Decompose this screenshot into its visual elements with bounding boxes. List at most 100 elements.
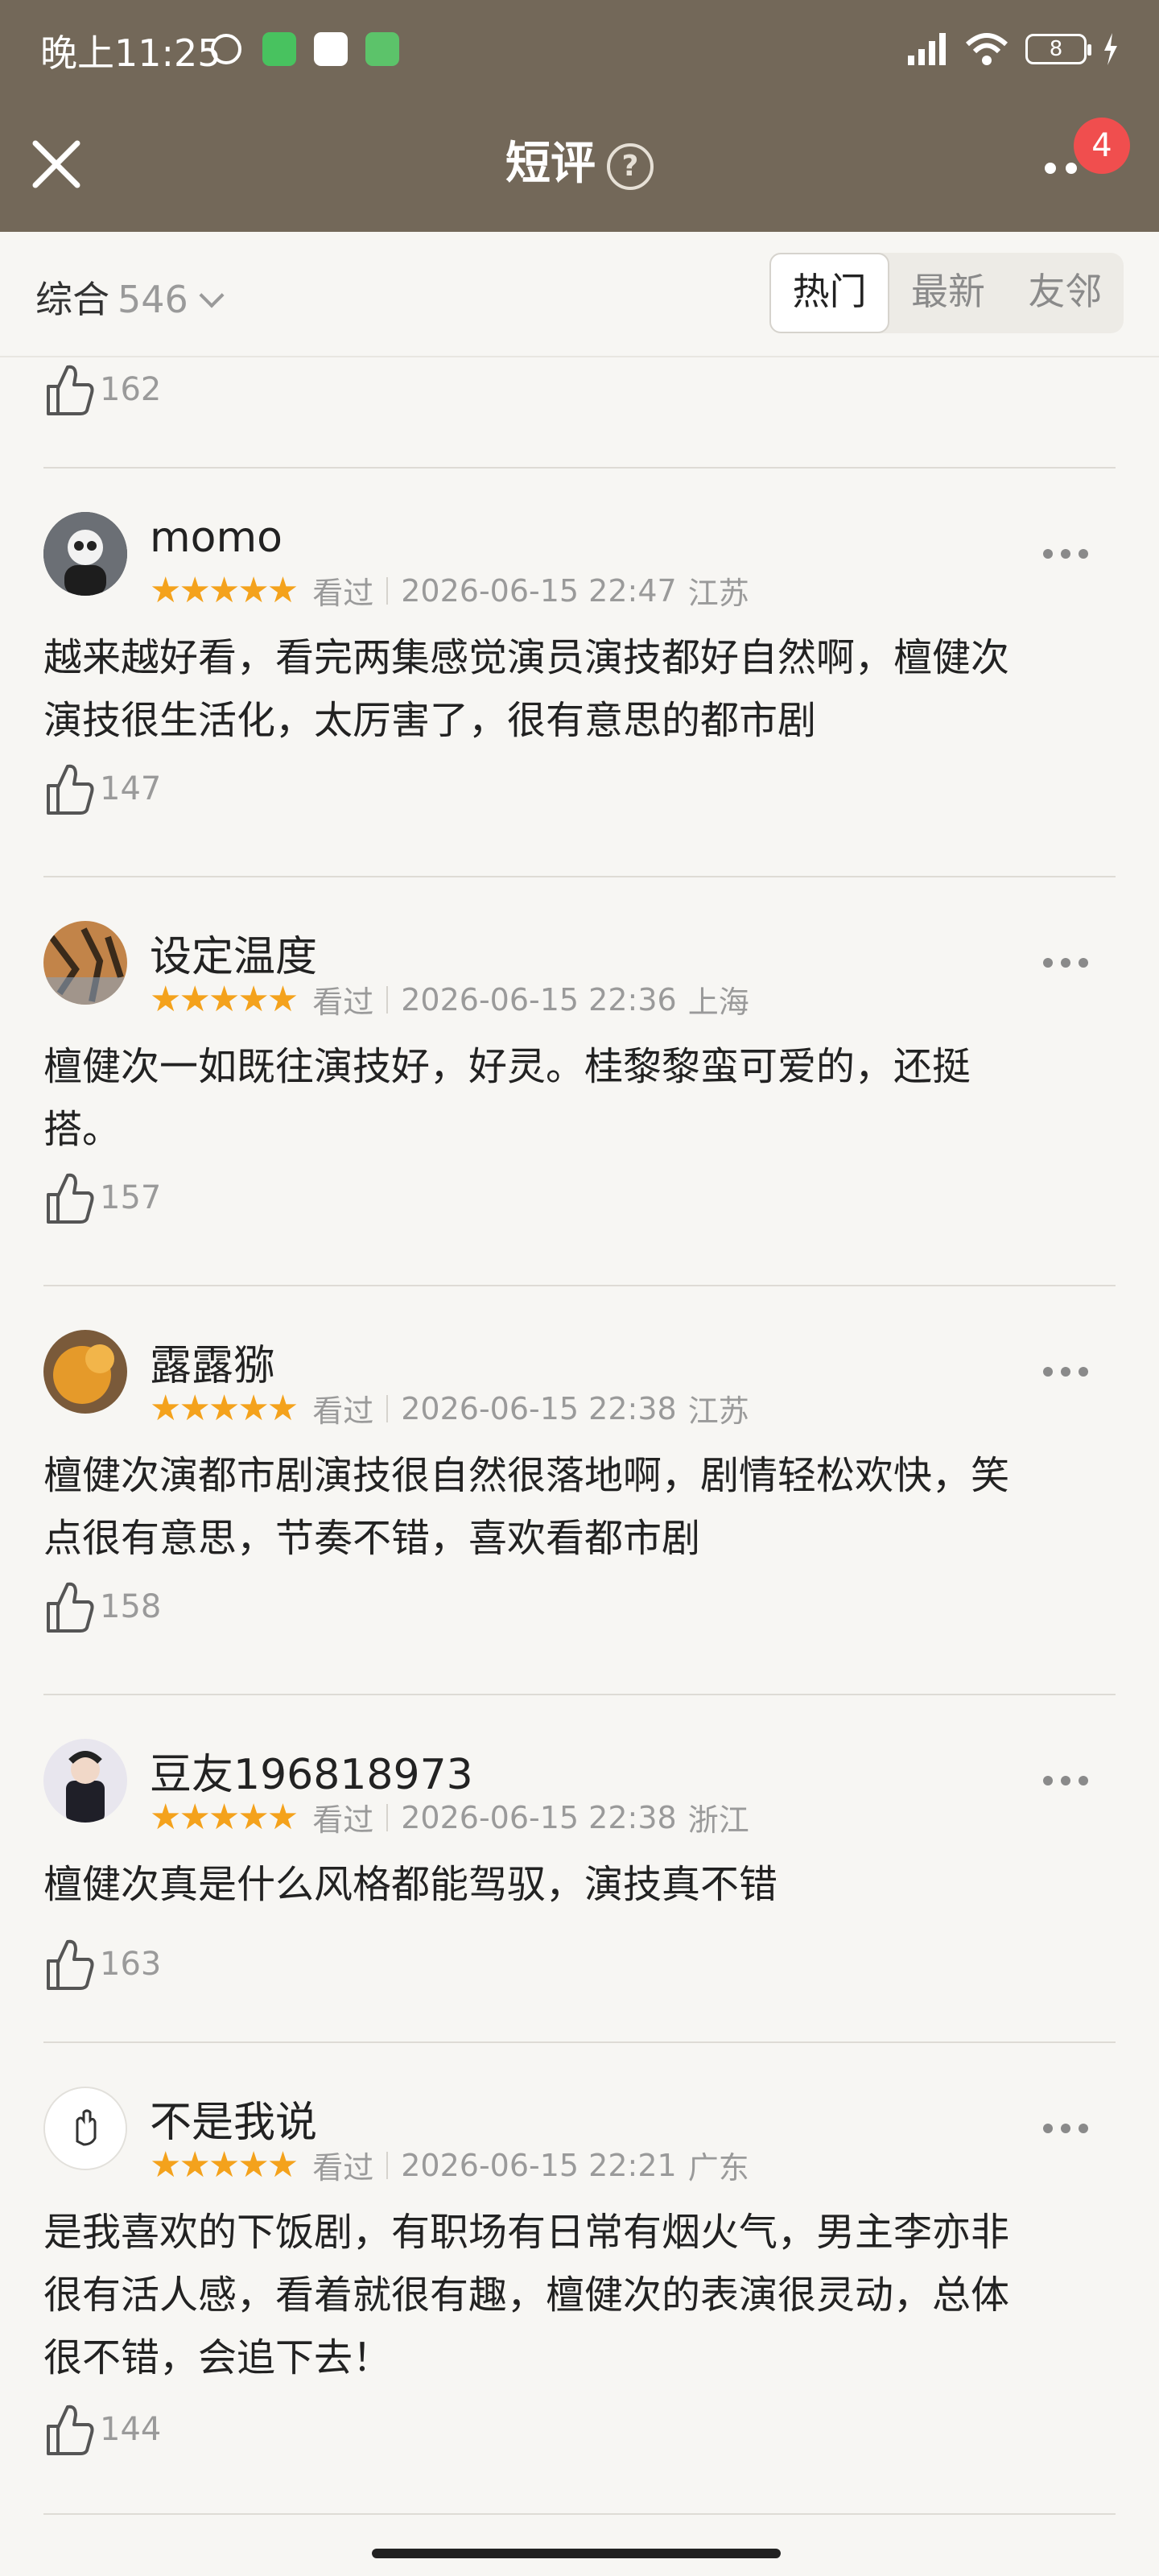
review-text-line: 檀健次演都市剧演技很自然很落地啊，剧情轻松欢快，笑 xyxy=(43,1453,1010,1498)
review-time: 2026-06-15 22:38 xyxy=(401,1799,677,1835)
like-count: 163 xyxy=(100,1946,162,1983)
review-text-line: 演技很生活化，太厉害了，很有意思的都市剧 xyxy=(43,698,817,743)
page-title: 短评? xyxy=(0,132,1159,196)
header-bar: 晚上11:25 8 短评? 4 xyxy=(0,0,1159,232)
tab-friends[interactable]: 友邻 xyxy=(1007,253,1124,333)
dot xyxy=(1061,1776,1070,1785)
more-dot xyxy=(1066,163,1077,174)
avatar[interactable] xyxy=(43,1330,127,1414)
dot xyxy=(1061,549,1070,559)
meta-separator xyxy=(386,1394,389,1422)
avatar[interactable] xyxy=(43,512,127,596)
rating-stars: ★★★★★ xyxy=(150,1388,299,1429)
status-right: 8 xyxy=(906,29,1119,69)
thumbs-up-icon xyxy=(47,1939,94,1990)
review-time: 2026-06-15 22:21 xyxy=(401,2147,677,2183)
sort-label: 综合 xyxy=(35,278,109,321)
like-count: 158 xyxy=(100,1588,162,1625)
watch-status: 看过 xyxy=(312,1802,374,1838)
dot xyxy=(1079,1776,1088,1785)
wechat-icon xyxy=(262,32,296,66)
like-button[interactable]: 147 xyxy=(43,760,161,818)
like-button[interactable]: 157 xyxy=(43,1169,161,1227)
like-button[interactable]: 144 xyxy=(43,2401,161,2458)
review-more-button[interactable] xyxy=(1043,1773,1091,1789)
notification-badge[interactable]: 4 xyxy=(1074,118,1130,174)
app-notification-icon xyxy=(365,32,399,66)
dot xyxy=(1043,549,1053,559)
dot xyxy=(1061,2124,1070,2133)
dot xyxy=(1061,1367,1070,1377)
like-count: 162 xyxy=(100,371,162,408)
dot xyxy=(1043,1367,1053,1377)
review-more-button[interactable] xyxy=(1043,2120,1091,2136)
dot xyxy=(1079,549,1088,559)
review-meta: ★★★★★ 看过 2026-06-15 22:36 上海 xyxy=(150,977,749,1022)
signal-icon xyxy=(908,33,946,65)
avatar[interactable] xyxy=(43,921,127,1005)
home-indicator[interactable] xyxy=(372,2549,781,2558)
review-location: 江苏 xyxy=(687,576,749,611)
review-text-line: 搭。 xyxy=(43,1107,122,1152)
page-title-text: 短评 xyxy=(505,138,596,190)
rating-stars: ★★★★★ xyxy=(150,2145,299,2186)
avatar-image xyxy=(43,1739,127,1823)
meta-separator xyxy=(386,576,389,605)
username[interactable]: 豆友196818973 xyxy=(150,1740,473,1801)
like-count: 147 xyxy=(100,770,162,807)
like-button[interactable]: 162 xyxy=(43,361,161,419)
review-text-line: 檀健次一如既往演技好，好灵。桂黎黎蛮可爱的，还挺 xyxy=(43,1044,971,1089)
tab-hot[interactable]: 热门 xyxy=(769,253,890,333)
avatar-image xyxy=(43,921,127,1005)
review-text-line: 很不错，会追下去！ xyxy=(43,2335,392,2380)
like-count: 157 xyxy=(100,1179,162,1216)
review-text: 越来越好看，看完两集感觉演员演技都好自然啊，檀健次 演技很生活化，太厉害了，很有… xyxy=(43,626,1116,752)
charging-icon xyxy=(1104,33,1117,65)
review-count: 546 xyxy=(118,278,188,321)
review-item-prev: 162 xyxy=(0,356,1159,467)
review-location: 广东 xyxy=(687,2150,749,2186)
review-text: 檀健次演都市剧演技很自然很落地啊，剧情轻松欢快，笑 点很有意思，节奏不错，喜欢看… xyxy=(43,1444,1116,1570)
review-text: 是我喜欢的下饭剧，有职场有日常有烟火气，男主李亦非 很有活人感，看着就很有趣，檀… xyxy=(43,2201,1116,2389)
review-more-button[interactable] xyxy=(1043,546,1091,562)
avatar-image xyxy=(43,512,127,596)
thumbs-up-icon xyxy=(47,365,94,415)
rating-stars: ★★★★★ xyxy=(150,570,299,611)
meta-separator xyxy=(386,2151,389,2179)
rating-stars: ★★★★★ xyxy=(150,1797,299,1838)
review-text: 檀健次真是什么风格都能驾驭，演技真不错 xyxy=(43,1853,1116,1916)
review-more-button[interactable] xyxy=(1043,955,1091,971)
like-count: 144 xyxy=(100,2411,162,2448)
help-icon[interactable]: ? xyxy=(607,142,654,190)
like-button[interactable]: 158 xyxy=(43,1578,161,1636)
sort-dropdown[interactable]: 综合 546 xyxy=(35,270,225,324)
tab-latest[interactable]: 最新 xyxy=(889,253,1006,333)
review-text-line: 檀健次真是什么风格都能驾驭，演技真不错 xyxy=(43,1862,778,1907)
like-button[interactable]: 163 xyxy=(43,1935,161,1993)
review-text-line: 点很有意思，节奏不错，喜欢看都市剧 xyxy=(43,1516,701,1561)
username[interactable]: 设定温度 xyxy=(150,923,317,983)
meta-separator xyxy=(386,985,389,1013)
username[interactable]: momo xyxy=(150,514,283,562)
dot xyxy=(1061,958,1070,968)
avatar[interactable] xyxy=(43,2087,127,2170)
review-item: 设定温度 ★★★★★ 看过 2026-06-15 22:36 上海 檀健次一如既… xyxy=(0,877,1159,1285)
review-text-line: 是我喜欢的下饭剧，有职场有日常有烟火气，男主李亦非 xyxy=(43,2210,1010,2255)
chevron-down-icon xyxy=(199,283,225,308)
more-dot xyxy=(1045,163,1056,174)
username[interactable]: 露露猕 xyxy=(150,1331,275,1392)
review-meta: ★★★★★ 看过 2026-06-15 22:21 广东 xyxy=(150,2143,749,2187)
username[interactable]: 不是我说 xyxy=(150,2088,317,2149)
dot xyxy=(1043,2124,1053,2133)
review-time: 2026-06-15 22:47 xyxy=(401,572,677,609)
dot xyxy=(1043,958,1053,968)
avatar[interactable] xyxy=(43,1739,127,1823)
avatar-image xyxy=(43,1330,127,1414)
review-more-button[interactable] xyxy=(1043,1364,1091,1380)
status-bar: 晚上11:25 8 xyxy=(0,0,1159,100)
divider xyxy=(43,2513,1116,2515)
review-item: 露露猕 ★★★★★ 看过 2026-06-15 22:38 江苏 檀健次演都市剧… xyxy=(0,1286,1159,1694)
status-time: 晚上11:25 xyxy=(40,31,221,75)
dot xyxy=(1043,1776,1053,1785)
review-text: 檀健次一如既往演技好，好灵。桂黎黎蛮可爱的，还挺 搭。 xyxy=(43,1035,1116,1161)
